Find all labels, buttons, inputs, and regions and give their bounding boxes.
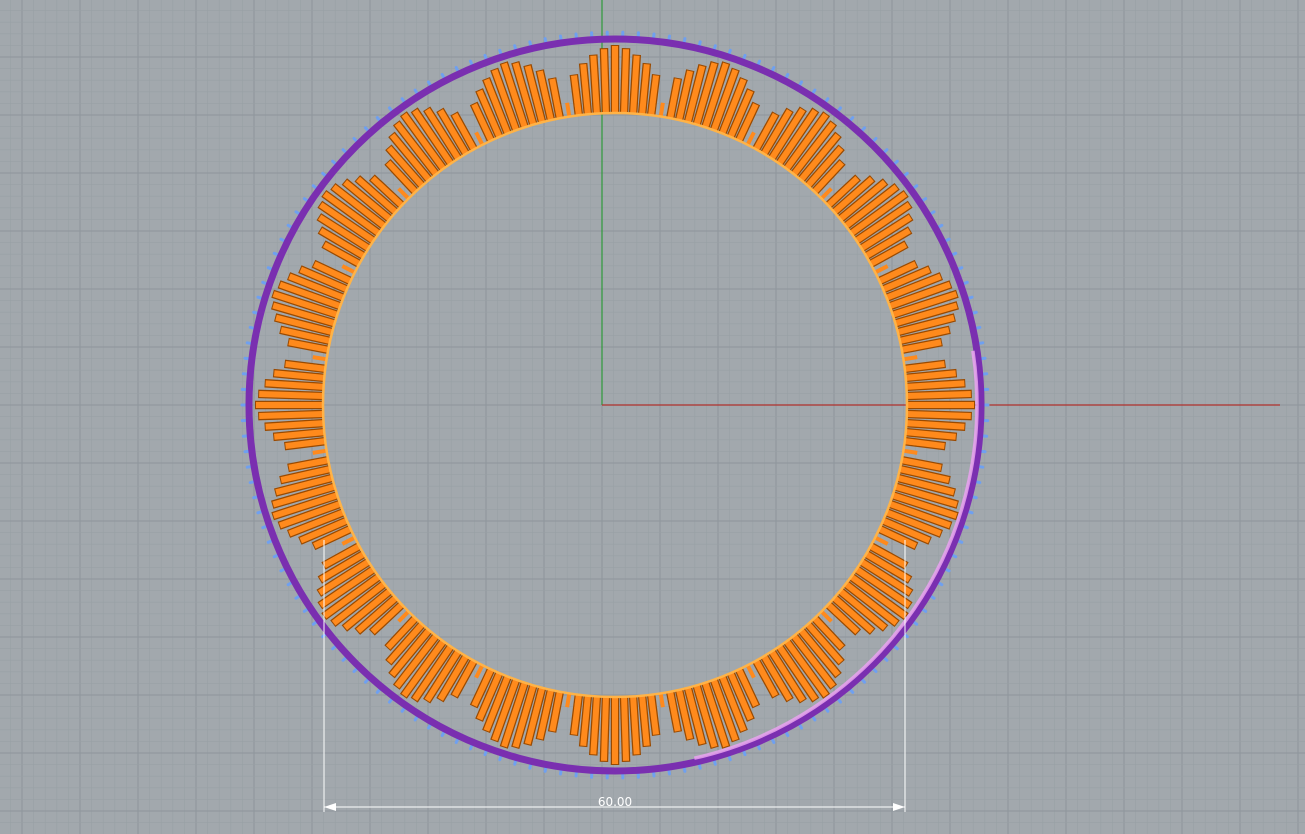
fin-stub bbox=[341, 535, 356, 546]
fin-plate-face bbox=[906, 390, 971, 399]
dimension-value: 60.00 bbox=[598, 795, 632, 809]
fin-stub bbox=[904, 440, 919, 446]
fin-stub bbox=[341, 264, 356, 275]
fin-stub bbox=[565, 102, 572, 117]
fin-plate-face bbox=[259, 390, 324, 399]
fin-stub bbox=[903, 355, 918, 362]
fin-plate-face bbox=[590, 55, 600, 114]
fin-plate-face bbox=[906, 380, 965, 390]
fin-stub bbox=[397, 610, 410, 623]
fin-stub bbox=[874, 264, 889, 275]
viewport-3d[interactable]: 60.00 bbox=[0, 0, 1305, 834]
fin-stub bbox=[874, 535, 889, 546]
fin-stub bbox=[556, 103, 563, 119]
fin-plate-face bbox=[265, 420, 324, 430]
fin-plate-face bbox=[630, 55, 640, 114]
fin-stub bbox=[311, 364, 326, 370]
fin-plate-face bbox=[600, 49, 609, 114]
fin-stub bbox=[574, 694, 580, 709]
fin-plate-face bbox=[259, 411, 324, 420]
fin-plate-face bbox=[265, 380, 324, 390]
fin-plate-face bbox=[906, 411, 971, 420]
top-view-canvas[interactable]: 60.00 bbox=[0, 0, 1305, 834]
fin-plate-face bbox=[621, 696, 630, 761]
fin-stub bbox=[565, 693, 572, 708]
fin-plate-face bbox=[630, 696, 640, 755]
fin-plate-face bbox=[590, 696, 600, 755]
fin-plate-face bbox=[621, 49, 630, 114]
dimension-arrow-right bbox=[893, 803, 905, 811]
fin-stub bbox=[658, 693, 665, 708]
fin-stub bbox=[667, 691, 674, 707]
fin-stub bbox=[658, 102, 665, 117]
fin-stub bbox=[313, 457, 329, 464]
fin-plate-face bbox=[600, 696, 609, 761]
fin-stub bbox=[474, 131, 485, 146]
dimension-arrow-left bbox=[324, 803, 336, 811]
fin-stub bbox=[650, 101, 656, 116]
fin-stub bbox=[397, 187, 410, 200]
fin-plate-face bbox=[906, 420, 965, 430]
fin-stub bbox=[474, 664, 485, 679]
fin-stub bbox=[312, 355, 327, 362]
fin-stub bbox=[312, 448, 327, 455]
fin-stub bbox=[574, 101, 580, 116]
fin-stub bbox=[901, 346, 917, 353]
fin-stub bbox=[903, 448, 918, 455]
fin-stub bbox=[820, 187, 833, 200]
fin-stub bbox=[820, 610, 833, 623]
